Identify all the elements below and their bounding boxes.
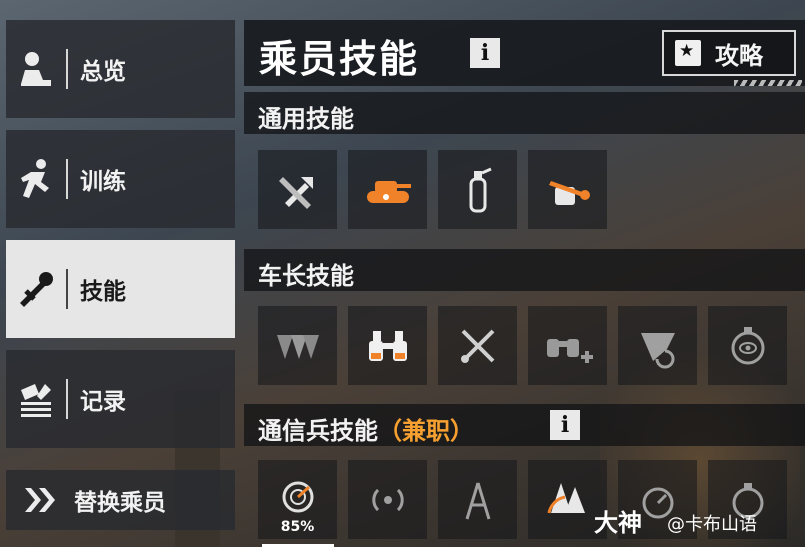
binoculars-plus-icon — [546, 338, 593, 363]
info-button[interactable]: i — [550, 410, 580, 440]
skill-progress-label: 85% — [280, 519, 315, 535]
crossed-tools-icon — [460, 329, 494, 363]
running-man-icon — [6, 130, 66, 228]
binoculars-icon — [368, 330, 407, 361]
section-title: 通用技能 — [258, 105, 354, 133]
commander-skills-row — [258, 306, 787, 385]
section-title: 通信兵技能（兼职） — [258, 411, 474, 446]
skill-tile[interactable] — [528, 306, 607, 385]
divider — [66, 49, 68, 89]
tools-icon — [278, 176, 313, 209]
radar-sweep-icon — [640, 332, 675, 368]
skill-tile[interactable] — [528, 150, 607, 229]
sidebar-item-label: 技能 — [80, 279, 126, 305]
title-bar: 乘员技能 i 攻略 — [244, 20, 805, 86]
sidebar-item-label: 总览 — [80, 59, 126, 85]
skill-tile[interactable] — [348, 460, 427, 539]
skill-tile-selected[interactable]: 85% — [258, 460, 337, 547]
double-chevron-right-icon — [6, 470, 74, 530]
guide-button-label: 攻略 — [715, 41, 763, 70]
page-title: 乘员技能 — [259, 37, 420, 81]
skill-tile[interactable] — [618, 306, 697, 385]
fist-wrench-icon — [548, 180, 590, 205]
divider — [66, 269, 68, 309]
sidebar-item-label: 训练 — [80, 169, 126, 195]
skill-tile[interactable] — [438, 306, 517, 385]
info-icon: i — [480, 40, 490, 66]
tank-eye-icon — [366, 180, 411, 203]
section-commander-header: 车长技能 — [244, 249, 805, 291]
replace-crew-label: 替换乘员 — [74, 490, 166, 516]
wrench-skill-icon — [6, 240, 66, 338]
signal-trees-icon — [547, 482, 585, 513]
section-radio-header: 通信兵技能（兼职） i — [244, 404, 805, 446]
sidebar-item-records[interactable]: 记录 — [6, 350, 235, 448]
guide-book-icon — [675, 40, 701, 66]
signal-waves-icon — [371, 488, 404, 511]
section-title-main: 通信兵技能 — [258, 417, 378, 445]
decorative-stripes — [734, 80, 802, 86]
replace-crew-button[interactable]: 替换乘员 — [6, 470, 235, 530]
skill-tile[interactable] — [438, 150, 517, 229]
record-book-icon — [6, 350, 66, 448]
sidebar-item-label: 记录 — [80, 389, 126, 415]
guide-button[interactable]: 攻略 — [662, 30, 796, 76]
sidebar-item-overview[interactable]: 总览 — [6, 20, 235, 118]
general-skills-row — [258, 150, 607, 229]
skills-panel: 乘员技能 i 攻略 通用技能 车长技能 — [244, 20, 805, 547]
overview-person-icon — [6, 20, 66, 118]
info-button[interactable]: i — [470, 38, 500, 68]
sidebar-item-training[interactable]: 训练 — [6, 130, 235, 228]
skill-tile[interactable] — [258, 306, 337, 385]
radio-tower-icon — [465, 482, 490, 519]
skill-tile[interactable] — [438, 460, 517, 539]
section-general-header: 通用技能 — [244, 92, 805, 134]
skill-tile[interactable] — [258, 150, 337, 229]
watermark-brand: 大神 — [594, 509, 642, 537]
section-title: 车长技能 — [258, 262, 354, 290]
triangles-icon — [276, 334, 319, 359]
divider — [66, 379, 68, 419]
info-icon: i — [560, 412, 570, 438]
divider — [66, 159, 68, 199]
watermark-user: @卡布山语 — [667, 514, 757, 535]
section-subtitle: （兼职） — [378, 417, 474, 445]
stopwatch-eye-icon — [731, 326, 764, 364]
skill-tile[interactable] — [348, 150, 427, 229]
sidebar-item-skills[interactable]: 技能 — [6, 240, 235, 338]
skill-tile[interactable] — [708, 306, 787, 385]
fire-extinguisher-icon — [469, 167, 492, 212]
skill-tile[interactable] — [348, 306, 427, 385]
